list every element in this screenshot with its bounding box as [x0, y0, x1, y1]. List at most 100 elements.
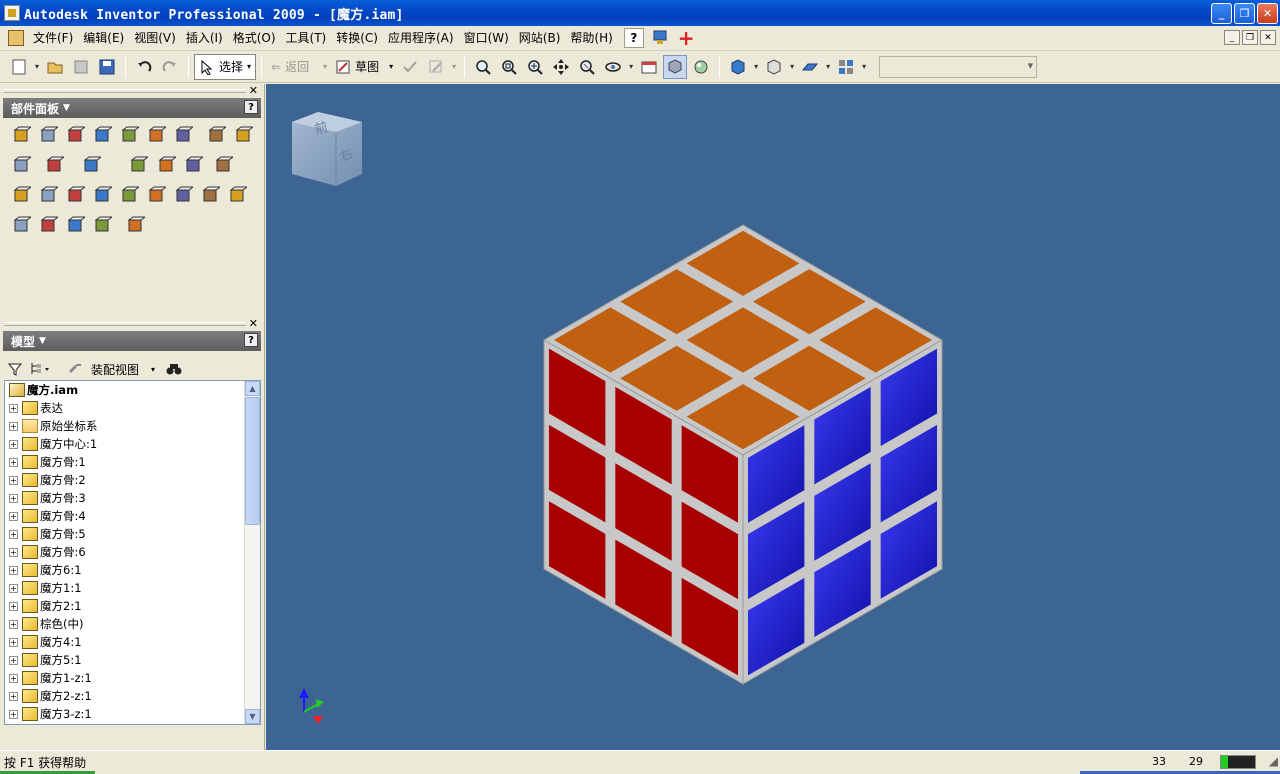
place-constraint-icon[interactable]: [94, 126, 114, 146]
assistant-icon[interactable]: [650, 28, 670, 48]
tree-node[interactable]: + 魔方1:1: [5, 579, 260, 597]
find-binoculars-icon[interactable]: [165, 361, 183, 377]
perspective-dropdown-icon[interactable]: ▾: [787, 62, 797, 71]
doc-restore-button[interactable]: ❐: [1242, 30, 1258, 45]
pan-icon[interactable]: [549, 55, 573, 79]
menu-item[interactable]: 工具(T): [281, 27, 332, 49]
return-button[interactable]: ⇐ 返回 ▾: [267, 55, 331, 79]
tree-node[interactable]: + 魔方骨:4: [5, 507, 260, 525]
tree-node[interactable]: + 魔方4:1: [5, 633, 260, 651]
doc-close-button[interactable]: ✕: [1260, 30, 1276, 45]
zoom-window-icon[interactable]: [497, 55, 521, 79]
expand-icon[interactable]: +: [9, 619, 18, 629]
tree-node[interactable]: + 魔方骨:2: [5, 471, 260, 489]
place-component-icon[interactable]: [13, 126, 33, 146]
chevron-down-icon[interactable]: ▼: [39, 336, 46, 346]
ucs-icon[interactable]: [158, 156, 178, 176]
expand-icon[interactable]: +: [9, 565, 18, 575]
copy-component-icon[interactable]: [175, 126, 195, 146]
style-combo[interactable]: [879, 55, 1038, 78]
menu-item[interactable]: 插入(I): [181, 27, 228, 49]
tree-root[interactable]: 魔方.iam: [5, 381, 260, 399]
work-point-icon[interactable]: [130, 156, 150, 176]
expand-icon[interactable]: +: [9, 421, 18, 431]
tree-node[interactable]: + 魔方骨:6: [5, 543, 260, 561]
tree-node[interactable]: + 魔方6:1: [5, 561, 260, 579]
zoom-selected-icon[interactable]: [575, 55, 599, 79]
restore-button[interactable]: ❐: [1234, 3, 1255, 24]
extrude-icon[interactable]: [215, 156, 235, 176]
tree-node[interactable]: + 魔方骨:3: [5, 489, 260, 507]
panel-grip[interactable]: [4, 322, 246, 326]
select-tool[interactable]: 选择 ▾: [194, 53, 257, 80]
work-axis-icon[interactable]: [83, 156, 103, 176]
edit-icon[interactable]: [424, 55, 448, 79]
split-icon[interactable]: [175, 186, 195, 206]
doc-minimize-button[interactable]: _: [1224, 30, 1240, 45]
tree-node[interactable]: + 棕色(中): [5, 615, 260, 633]
sketch-icon[interactable]: [13, 186, 33, 206]
zoom-all-icon[interactable]: [471, 55, 495, 79]
scroll-thumb[interactable]: [245, 397, 260, 525]
mirror-component-icon[interactable]: [148, 126, 168, 146]
update-icon[interactable]: [398, 55, 422, 79]
work-plane-icon[interactable]: [46, 156, 66, 176]
menu-item[interactable]: 格式(O): [228, 27, 281, 49]
hole-icon[interactable]: [67, 186, 87, 206]
shadow-icon[interactable]: [689, 55, 713, 79]
expand-icon[interactable]: +: [9, 475, 18, 485]
return-dropdown-icon[interactable]: ▾: [323, 62, 327, 71]
expand-icon[interactable]: +: [9, 403, 18, 413]
design-view-dropdown-icon[interactable]: ▾: [859, 62, 869, 71]
perspective-icon[interactable]: [762, 55, 786, 79]
menu-item[interactable]: 窗口(W): [459, 27, 514, 49]
filter-icon[interactable]: [7, 361, 23, 377]
new-file-icon[interactable]: [7, 55, 31, 79]
expand-icon[interactable]: +: [9, 529, 18, 539]
camera-dropdown-icon[interactable]: ▾: [751, 62, 761, 71]
look-at-icon[interactable]: [637, 55, 661, 79]
model-panel-close-icon[interactable]: ✕: [249, 317, 258, 330]
sketch-button[interactable]: 草图 ▾: [331, 55, 397, 79]
tree-options-icon[interactable]: [29, 361, 51, 377]
ground-dropdown-icon[interactable]: ▾: [823, 62, 833, 71]
parts-panel-close-icon[interactable]: ✕: [249, 84, 258, 97]
expand-icon[interactable]: +: [9, 709, 18, 719]
rotate-component-icon[interactable]: [235, 126, 255, 146]
open-icon[interactable]: [43, 55, 67, 79]
shell-icon[interactable]: [121, 186, 141, 206]
parts-panel-header[interactable]: 部件面板 ▼ ?: [3, 98, 261, 118]
sketch-dropdown-icon[interactable]: ▾: [389, 62, 393, 71]
project-icon[interactable]: [69, 55, 93, 79]
scroll-down-icon[interactable]: ▼: [245, 709, 260, 724]
new-dropdown-icon[interactable]: ▾: [32, 62, 42, 71]
tree-scrollbar[interactable]: ▲ ▼: [244, 381, 260, 724]
camera-view-icon[interactable]: [726, 55, 750, 79]
menu-item[interactable]: 应用程序(A): [383, 27, 459, 49]
tree-node[interactable]: + 魔方中心:1: [5, 435, 260, 453]
expand-icon[interactable]: +: [9, 637, 18, 647]
minimize-button[interactable]: _: [1211, 3, 1232, 24]
tree-node[interactable]: + 表达: [5, 399, 260, 417]
parts-panel-help-button[interactable]: ?: [244, 100, 258, 114]
expand-icon[interactable]: +: [9, 673, 18, 683]
select-dropdown-icon[interactable]: ▾: [247, 62, 251, 71]
fillet-icon[interactable]: [94, 186, 114, 206]
assembly-view-label[interactable]: 装配视图: [91, 361, 139, 378]
materials-icon[interactable]: [94, 216, 114, 236]
design-view-icon[interactable]: [834, 55, 858, 79]
bom-icon[interactable]: [127, 216, 147, 236]
expand-icon[interactable]: +: [9, 601, 18, 611]
tree-node[interactable]: + 原始坐标系: [5, 417, 260, 435]
help-button[interactable]: ?: [623, 28, 644, 48]
expand-icon[interactable]: +: [9, 655, 18, 665]
scroll-up-icon[interactable]: ▲: [245, 381, 260, 396]
expand-icon[interactable]: +: [9, 547, 18, 557]
drive-constraint-icon[interactable]: [185, 156, 205, 176]
mirror-feature-icon[interactable]: [40, 216, 60, 236]
expand-icon[interactable]: +: [9, 439, 18, 449]
model-panel-header[interactable]: 模型 ▼ ?: [3, 331, 261, 351]
expand-icon[interactable]: +: [9, 691, 18, 701]
tree-node[interactable]: + 魔方2-z:1: [5, 687, 260, 705]
viewcube[interactable]: 前 右: [292, 112, 362, 186]
